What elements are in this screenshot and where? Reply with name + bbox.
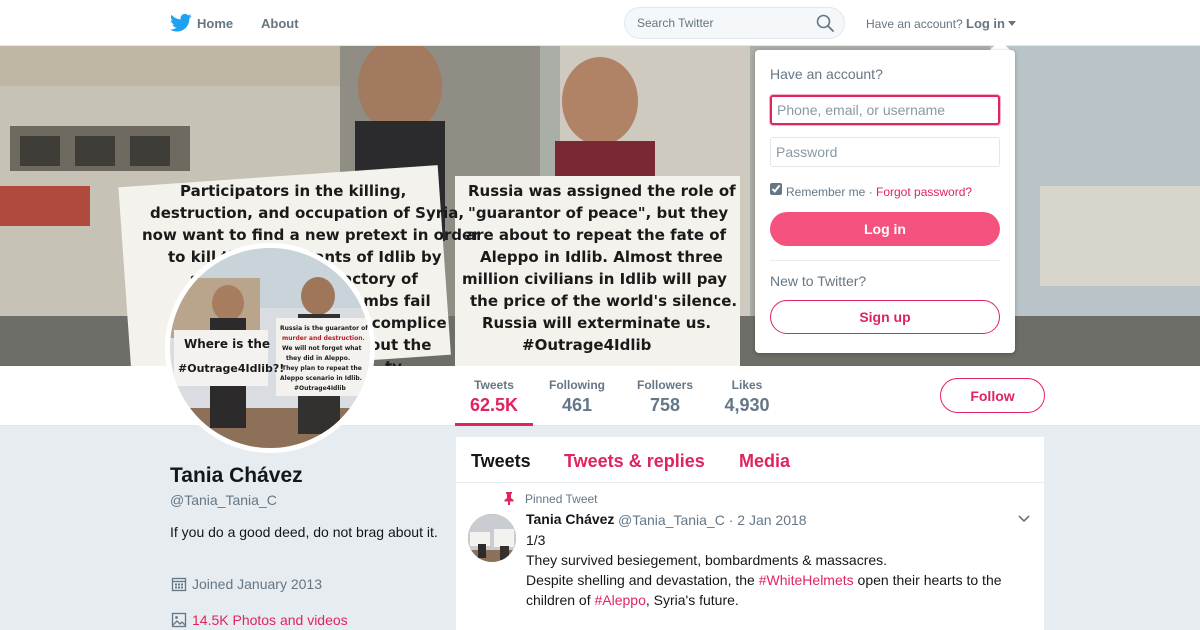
avatar-left-sign-line1: Where is the xyxy=(184,337,270,351)
avatar-right-sign-line6: Aleppo scenario in Idlib. xyxy=(280,375,362,382)
banner-right-sign-line6: the price of the world's silence. xyxy=(470,292,737,310)
tweet-text-fragment: children of xyxy=(526,592,595,608)
timeline: Tweets Tweets & replies Media Pinned Twe… xyxy=(456,437,1044,630)
stat-following-value: 461 xyxy=(561,395,593,415)
tweet-author-name[interactable]: Tania Chávez xyxy=(526,511,614,527)
follow-button[interactable]: Follow xyxy=(940,378,1045,413)
banner-left-sign-line8: out the xyxy=(370,336,431,354)
tweet-line: 1/3 xyxy=(526,532,546,548)
banner-right-sign-line3: are about to repeat the fate of xyxy=(466,226,727,244)
banner-right-sign-line7: Russia will exterminate us. xyxy=(482,314,711,332)
stat-followers-value: 758 xyxy=(649,395,681,415)
stat-likes-value: 4,930 xyxy=(724,395,770,415)
banner-right-sign-line5: million civilians in Idlib will pay xyxy=(462,270,727,288)
hashtag-whitehelmets[interactable]: #WhiteHelmets xyxy=(759,572,854,588)
new-to-twitter-text: New to Twitter? xyxy=(770,273,867,289)
avatar-right-sign-line2: murder and destruction. xyxy=(282,335,365,342)
profile-avatar[interactable]: Where is the #Outrage4Idlib?! Russia is … xyxy=(165,243,375,453)
top-navigation: Home About Have an account? Log in xyxy=(0,0,1200,46)
avatar-right-sign-line3: We will not forget what xyxy=(282,345,362,352)
stat-following[interactable]: Following 461 xyxy=(546,378,608,416)
dropdown-title: Have an account? xyxy=(770,66,883,82)
profile-name[interactable]: Tania Chávez xyxy=(170,464,303,488)
avatar-right-sign-line5: They plan to repeat the xyxy=(282,365,362,372)
tweet-line: They survived besiegement, bombardments … xyxy=(526,552,888,568)
avatar-right-sign-line4: they did in Aleppo. xyxy=(286,355,350,362)
banner-left-sign-line2: destruction, and occupation of Syria, xyxy=(150,204,464,222)
stat-tweets[interactable]: Tweets 62.5K xyxy=(470,378,518,416)
tab-tweets[interactable]: Tweets xyxy=(471,451,531,472)
avatar-right-sign-line7: #Outrage4Idlib xyxy=(294,385,346,392)
caret-down-icon[interactable] xyxy=(1008,21,1016,26)
login-dropdown-toggle[interactable]: Log in xyxy=(966,16,1005,31)
profile-photos-link[interactable]: 14.5K Photos and videos xyxy=(192,612,348,628)
username-field[interactable] xyxy=(770,95,1000,125)
dropdown-divider xyxy=(770,260,1000,261)
remember-me-label[interactable]: Remember me · xyxy=(786,185,873,199)
profile-bio: If you do a good deed, do not brag about… xyxy=(170,524,438,540)
avatar-right-sign-line1: Russia is the guarantor of xyxy=(280,325,368,332)
tweet-text-fragment: open their hearts to the xyxy=(853,572,1002,588)
login-dropdown: Have an account? Remember me · Forgot pa… xyxy=(755,50,1015,353)
banner-left-sign-line9: ty. xyxy=(385,358,406,366)
stat-followers[interactable]: Followers 758 xyxy=(634,378,696,416)
calendar-icon xyxy=(171,577,187,592)
banner-right-sign-line1: Russia was assigned the role of xyxy=(468,182,736,200)
avatar-left-sign-line2: #Outrage4Idlib?! xyxy=(178,362,284,375)
twitter-bird-icon[interactable] xyxy=(170,13,192,33)
password-field[interactable] xyxy=(770,137,1000,167)
tab-media[interactable]: Media xyxy=(739,451,790,472)
remember-me-checkbox[interactable] xyxy=(770,183,782,195)
tweet-author-handle-date[interactable]: @Tania_Tania_C · 2 Jan 2018 xyxy=(618,512,807,528)
tab-tweets-replies[interactable]: Tweets & replies xyxy=(564,451,705,472)
login-button[interactable]: Log in xyxy=(770,212,1000,246)
pin-icon xyxy=(504,492,514,505)
tweet-avatar-photo xyxy=(468,514,516,562)
profile-joined-date: Joined January 2013 xyxy=(192,576,322,592)
banner-right-sign-line4: Aleppo in Idlib. Almost three xyxy=(480,248,723,266)
nav-home-link[interactable]: Home xyxy=(197,16,233,31)
signup-button[interactable]: Sign up xyxy=(770,300,1000,334)
nav-about-link[interactable]: About xyxy=(261,16,299,31)
timeline-tabs: Tweets Tweets & replies Media xyxy=(456,437,1044,483)
photo-icon xyxy=(171,612,187,628)
banner-right-sign-line2: "guarantor of peace", but they xyxy=(468,204,728,222)
avatar-photo: Where is the #Outrage4Idlib?! Russia is … xyxy=(170,248,370,448)
tweet-line: children of #Aleppo, Syria's future. xyxy=(526,590,1026,610)
active-stat-underline xyxy=(455,423,533,426)
dropdown-arrow xyxy=(990,40,1010,50)
pinned-tweet-label: Pinned Tweet xyxy=(525,492,598,506)
banner-left-sign-line1: Participators in the killing, xyxy=(180,182,406,200)
chevron-down-icon[interactable] xyxy=(1018,515,1030,523)
profile-handle[interactable]: @Tania_Tania_C xyxy=(170,492,277,508)
hashtag-aleppo[interactable]: #Aleppo xyxy=(594,592,645,608)
stat-tweets-value: 62.5K xyxy=(470,395,519,415)
search-icon[interactable] xyxy=(816,14,834,32)
stat-following-label: Following xyxy=(549,378,605,392)
stat-likes-label: Likes xyxy=(731,378,763,392)
stat-followers-label: Followers xyxy=(636,378,693,392)
tweet-avatar[interactable] xyxy=(468,514,516,562)
banner-left-sign-line3: now want to find a new pretext in order xyxy=(142,226,480,244)
stat-likes[interactable]: Likes 4,930 xyxy=(722,378,772,416)
search-input[interactable] xyxy=(624,7,845,39)
tweet-text: 1/3 They survived besiegement, bombardme… xyxy=(526,530,1026,610)
tweet-text-fragment: Despite shelling and devastation, the xyxy=(526,572,759,588)
tweet-line: Despite shelling and devastation, the #W… xyxy=(526,570,1026,590)
stat-tweets-label: Tweets xyxy=(474,378,514,392)
have-account-text: Have an account? xyxy=(866,17,963,31)
tweet-text-fragment: , Syria's future. xyxy=(645,592,739,608)
forgot-password-link[interactable]: Forgot password? xyxy=(876,185,972,199)
banner-right-sign-line8: #Outrage4Idlib xyxy=(522,336,652,354)
